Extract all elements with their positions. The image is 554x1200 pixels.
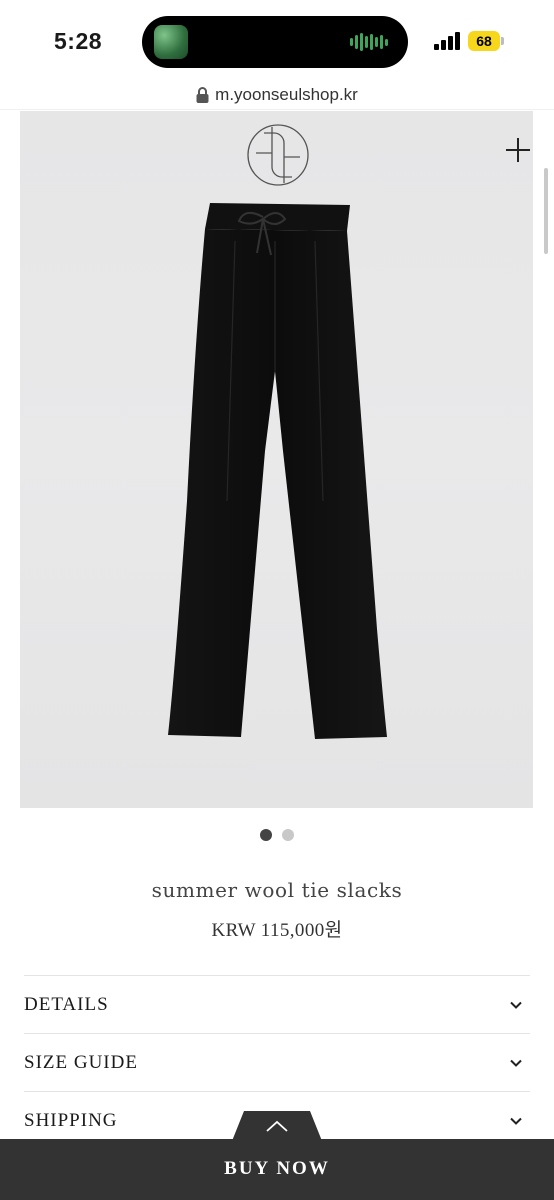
audio-waveform-icon [350, 33, 388, 51]
chevron-down-icon [510, 1059, 522, 1067]
accordion-details[interactable]: DETAILS [24, 976, 530, 1034]
browser-url-bar[interactable]: m.yoonseulshop.kr [0, 80, 554, 110]
dynamic-island[interactable] [142, 16, 408, 68]
buy-now-button[interactable]: BUY NOW [0, 1158, 554, 1180]
product-price: KRW 115,000원 [211, 920, 343, 941]
buy-panel-expand-tab[interactable] [232, 1111, 322, 1141]
battery-icon: 68 [468, 31, 504, 51]
now-playing-artwork [154, 25, 188, 59]
chevron-down-icon [510, 1117, 522, 1125]
accordion-label: DETAILS [24, 993, 109, 1015]
accordion-size-guide[interactable]: SIZE GUIDE [24, 1034, 530, 1092]
plus-icon[interactable] [505, 137, 531, 163]
url-text: m.yoonseulshop.kr [215, 84, 358, 104]
accordion-label: SIZE GUIDE [24, 1051, 138, 1073]
product-photo-slacks [168, 203, 387, 739]
pagination-dot-1[interactable] [260, 829, 272, 841]
chevron-down-icon [510, 1001, 522, 1009]
product-name: summer wool tie slacks [151, 878, 403, 902]
lock-icon [196, 86, 209, 103]
cellular-signal-icon [434, 32, 460, 50]
accordion-label: SHIPPING [24, 1109, 118, 1131]
status-bar: 5:28 68 [0, 0, 554, 80]
carousel-pagination [0, 829, 554, 841]
scrollbar[interactable] [544, 168, 548, 254]
status-time: 5:28 [54, 28, 103, 54]
product-image-carousel[interactable] [20, 111, 533, 808]
pagination-dot-2[interactable] [282, 829, 294, 841]
brand-logo[interactable] [246, 123, 310, 187]
battery-level: 68 [468, 31, 500, 51]
